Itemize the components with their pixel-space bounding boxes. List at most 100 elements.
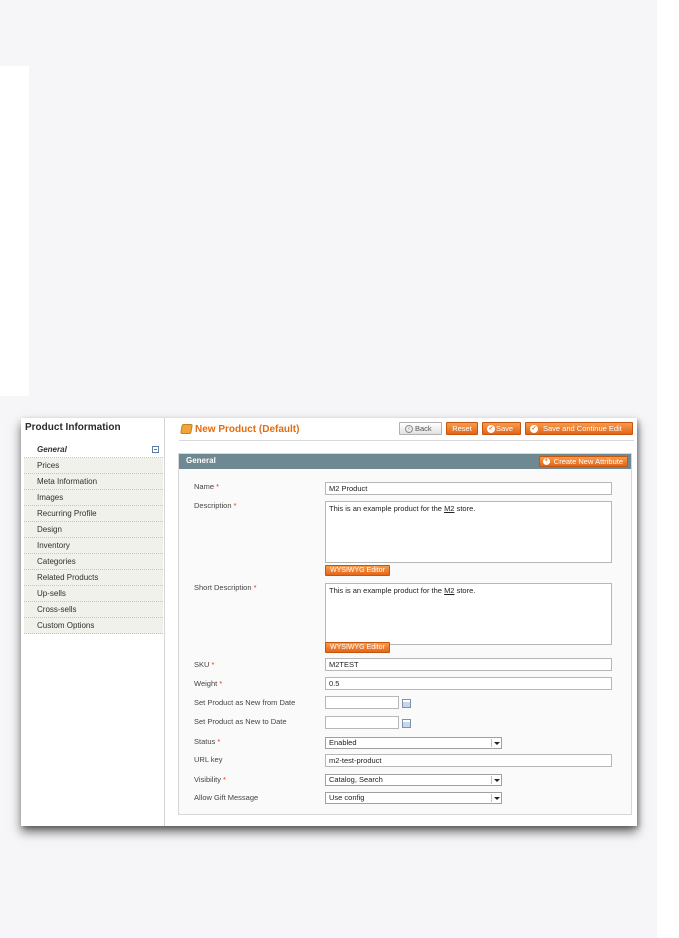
new-from-date-label: Set Product as New from Date: [194, 698, 296, 707]
text-link: M2: [444, 504, 455, 513]
text-part: store.: [454, 504, 476, 513]
label-text: Short Description: [194, 583, 252, 592]
back-arrow-icon: ‹: [405, 425, 413, 433]
new-to-date-label: Set Product as New to Date: [194, 717, 287, 726]
tab-categories[interactable]: Categories: [24, 554, 163, 570]
tab-label: Prices: [37, 461, 60, 470]
short-description-wysiwyg-button[interactable]: WYSIWYG Editor: [325, 642, 390, 653]
name-label: Name *: [194, 482, 219, 491]
tab-label: Related Products: [37, 573, 99, 582]
tab-prices[interactable]: Prices: [24, 458, 163, 474]
tab-label: Recurring Profile: [37, 509, 97, 518]
label-text: Visibility: [194, 775, 221, 784]
sku-input[interactable]: M2TEST: [325, 658, 612, 671]
label-text: SKU: [194, 660, 210, 669]
visibility-label: Visibility *: [194, 775, 226, 784]
description-textarea[interactable]: This is an example product for the M2 st…: [325, 501, 612, 563]
tab-related-products[interactable]: Related Products: [24, 570, 163, 586]
description-label: Description *: [194, 501, 237, 510]
status-select[interactable]: Enabled: [325, 737, 502, 749]
name-input[interactable]: M2 Product: [325, 482, 612, 495]
label-text: Status: [194, 737, 216, 746]
url-key-label: URL key: [194, 755, 223, 764]
select-value: Catalog, Search: [329, 775, 383, 784]
product-info-sidebar: Product Information General Prices Meta …: [21, 418, 165, 826]
back-button[interactable]: ‹ Back: [399, 422, 442, 435]
background-notch: [0, 66, 29, 396]
new-to-date-input[interactable]: [325, 716, 399, 729]
save-button[interactable]: ✓ Save: [482, 422, 521, 435]
text-link: M2: [444, 586, 455, 595]
text-part: This is an example product for the: [329, 504, 445, 513]
calendar-icon[interactable]: [402, 719, 411, 728]
label-text: Name: [194, 482, 215, 491]
label-text: Weight: [194, 679, 218, 688]
url-key-input[interactable]: m2-test-product: [325, 754, 612, 767]
create-attribute-label: Create New Attribute: [553, 457, 623, 466]
create-new-attribute-button[interactable]: + Create New Attribute: [538, 456, 628, 467]
tab-inventory[interactable]: Inventory: [24, 538, 163, 554]
save-and-continue-button[interactable]: ✓ Save and Continue Edit: [525, 422, 633, 435]
sidebar-title: Product Information: [25, 422, 121, 433]
required-mark: *: [219, 679, 223, 688]
weight-label: Weight *: [194, 679, 222, 688]
page-canvas: Product Information General Prices Meta …: [0, 0, 679, 938]
tab-images[interactable]: Images: [24, 490, 163, 506]
required-mark: *: [217, 737, 221, 746]
collapse-icon[interactable]: [152, 446, 159, 453]
required-mark: *: [253, 583, 257, 592]
required-mark: *: [233, 501, 237, 510]
description-wysiwyg-button[interactable]: WYSIWYG Editor: [325, 565, 390, 576]
tab-label: Inventory: [37, 541, 70, 550]
back-label: Back: [415, 424, 432, 433]
select-value: Enabled: [329, 738, 357, 747]
required-mark: *: [216, 482, 220, 491]
required-mark: *: [223, 775, 226, 784]
calendar-icon[interactable]: [402, 699, 411, 708]
section-title: General: [186, 456, 216, 465]
text-part: store.: [454, 586, 476, 595]
tab-label: Up-sells: [37, 589, 66, 598]
tab-label: Design: [37, 525, 62, 534]
tab-label: Meta Information: [37, 477, 98, 486]
chevron-down-icon: [491, 739, 500, 747]
chevron-down-icon: [491, 776, 500, 784]
select-value: Use config: [329, 793, 365, 802]
save-label: Save: [496, 424, 514, 433]
tab-recurring-profile[interactable]: Recurring Profile: [24, 506, 163, 522]
section-header: General + Create New Attribute: [179, 454, 631, 469]
tab-general[interactable]: General: [24, 442, 163, 458]
tab-custom-options[interactable]: Custom Options: [24, 618, 163, 634]
check-icon: ✓: [487, 425, 495, 433]
tab-up-sells[interactable]: Up-sells: [24, 586, 163, 602]
plus-icon: +: [542, 458, 550, 465]
save-continue-label: Save and Continue Edit: [543, 424, 622, 433]
visibility-select[interactable]: Catalog, Search: [325, 774, 502, 786]
required-mark: *: [211, 660, 215, 669]
chevron-down-icon: [491, 794, 500, 802]
tab-cross-sells[interactable]: Cross-sells: [24, 602, 163, 618]
reset-button[interactable]: Reset: [446, 422, 478, 435]
label-text: Description: [194, 501, 232, 510]
tab-design[interactable]: Design: [24, 522, 163, 538]
tab-label: Cross-sells: [37, 605, 77, 614]
page-title: New Product (Default): [195, 424, 300, 435]
general-fieldset: General + Create New Attribute Name * M2…: [178, 453, 632, 815]
tab-label: Images: [37, 493, 64, 502]
check-icon: ✓: [530, 425, 538, 433]
short-description-label: Short Description *: [194, 583, 257, 592]
tab-label: General: [37, 445, 67, 454]
header-divider: [179, 440, 634, 441]
status-label: Status *: [194, 737, 220, 746]
tab-label: Categories: [37, 557, 76, 566]
background-margin: [657, 0, 679, 938]
gift-message-select[interactable]: Use config: [325, 792, 502, 804]
tab-label: Custom Options: [37, 621, 95, 630]
new-from-date-input[interactable]: [325, 696, 399, 709]
product-edit-screenshot: Product Information General Prices Meta …: [21, 418, 637, 826]
short-description-textarea[interactable]: This is an example product for the M2 st…: [325, 583, 612, 645]
weight-input[interactable]: 0.5: [325, 677, 612, 690]
reset-label: Reset: [452, 424, 472, 433]
tab-meta-information[interactable]: Meta Information: [24, 474, 163, 490]
gift-message-label: Allow Gift Message: [194, 793, 259, 802]
